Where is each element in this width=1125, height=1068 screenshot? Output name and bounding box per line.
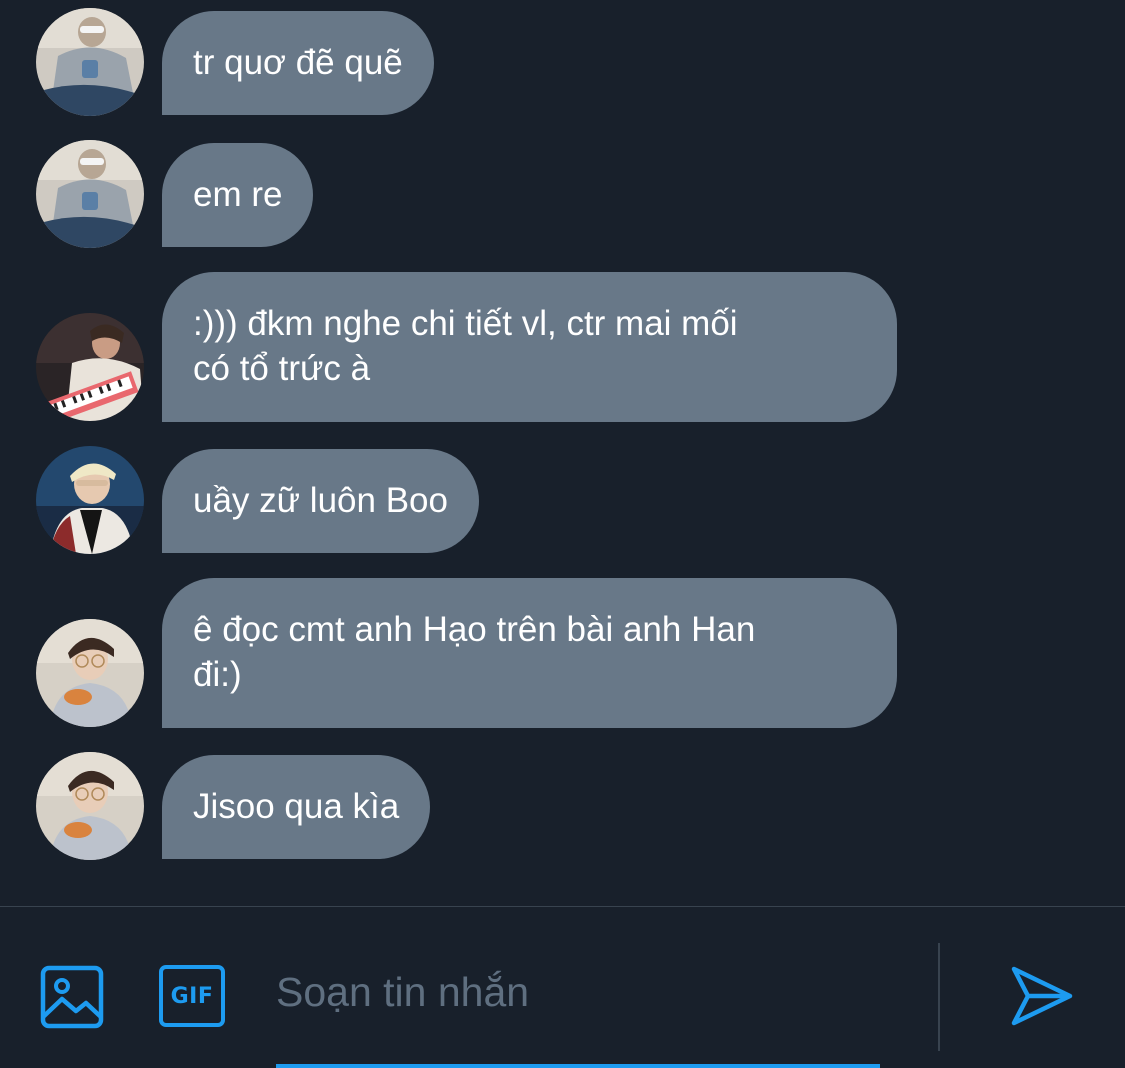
- message-bubble[interactable]: :))) đkm nghe chi tiết vl, ctr mai mối c…: [162, 272, 897, 422]
- message-bubble[interactable]: Jisoo qua kìa: [162, 755, 431, 859]
- message-bubble[interactable]: tr quơ đẽ quẽ: [162, 11, 434, 115]
- input-focus-underline: [276, 1064, 880, 1068]
- avatar[interactable]: [36, 8, 144, 116]
- avatar[interactable]: [36, 446, 144, 554]
- avatar[interactable]: [36, 140, 144, 248]
- avatar[interactable]: [36, 619, 144, 727]
- avatar[interactable]: [36, 313, 144, 421]
- composer-divider: [938, 943, 940, 1051]
- gif-icon: GIF: [170, 983, 214, 1009]
- message-input-wrapper: [276, 965, 880, 1068]
- avatar[interactable]: [36, 752, 144, 860]
- dm-conversation-screen: tr quơ đẽ quẽ em re:))) đkm nghe chi ti…: [0, 0, 1125, 1068]
- message-bubble[interactable]: uầy zữ luôn Boo: [162, 449, 479, 553]
- message-input[interactable]: [276, 965, 880, 1016]
- message-composer: GIF: [0, 906, 1125, 1068]
- gif-button[interactable]: GIF: [159, 965, 225, 1027]
- send-icon[interactable]: [1008, 965, 1074, 1027]
- message-list: tr quơ đẽ quẽ em re:))) đkm nghe chi ti…: [0, 0, 1125, 906]
- message-bubble[interactable]: ê đọc cmt anh Hạo trên bài anh Han đi:): [162, 578, 897, 728]
- image-icon[interactable]: [40, 965, 104, 1029]
- message-bubble[interactable]: em re: [162, 143, 314, 247]
